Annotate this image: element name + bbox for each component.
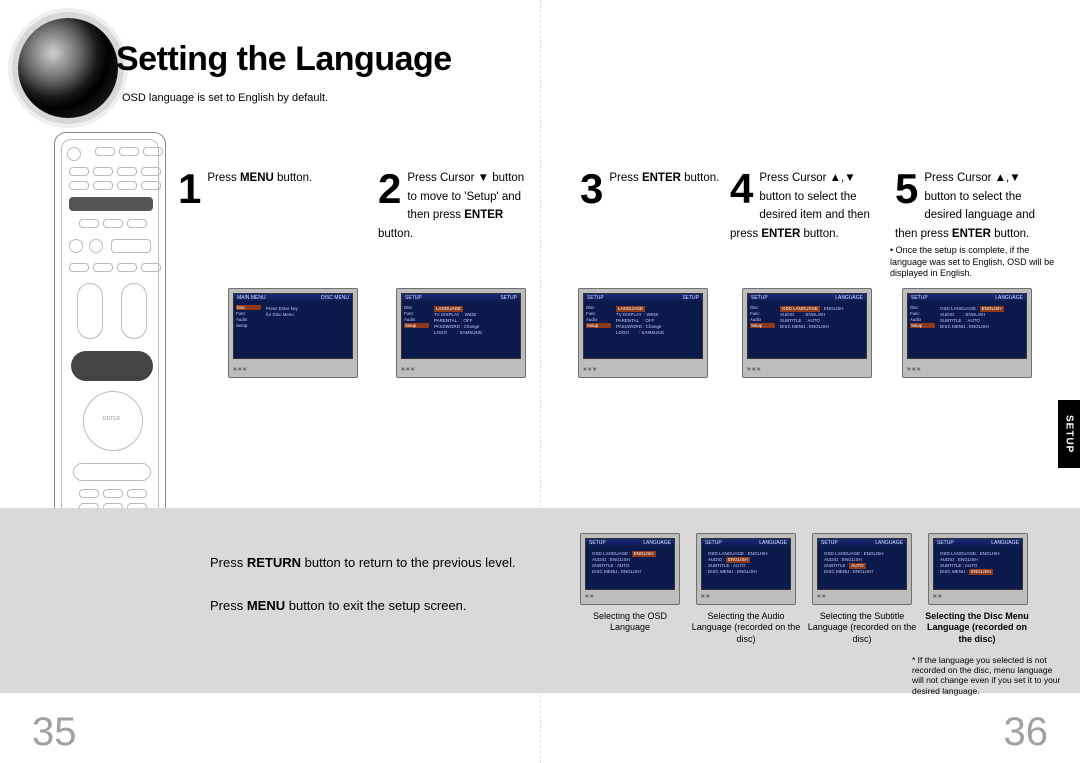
- step-number: 3: [580, 168, 603, 210]
- step-number: 2: [378, 168, 401, 210]
- screenshot-step1: MAIN MENUDISC MENU DiscFuncAudioSetup Pr…: [228, 288, 358, 378]
- step-number: 5: [895, 168, 918, 210]
- step-1: 1 Press MENU button.: [178, 168, 318, 210]
- completion-note: Once the setup is complete, if the langu…: [890, 245, 1060, 280]
- step-5: 5 Press Cursor ▲,▼ button to select the …: [895, 168, 1055, 242]
- page-subtitle: OSD language is set to English by defaul…: [122, 92, 328, 104]
- screenshot-step3: SETUPSETUP DiscFuncAudioSetup LANGUAGETV…: [578, 288, 708, 378]
- step-text: Press ENTER button.: [609, 172, 719, 184]
- screenshot-sel-audio: SETUPLANGUAGE OSD LANGUAGE : ENGLISHAUDI…: [696, 533, 796, 605]
- screenshot-sel-osd: SETUPLANGUAGE OSD LANGUAGE : ENGLISHAUDI…: [580, 533, 680, 605]
- step-text: Press MENU button.: [207, 172, 312, 184]
- caption-sel-subtitle: Selecting the Subtitle Language (recorde…: [807, 611, 917, 645]
- step-number: 4: [730, 168, 753, 210]
- screenshot-sel-discmenu: SETUPLANGUAGE OSD LANGUAGE : ENGLISHAUDI…: [928, 533, 1028, 605]
- step-number: 1: [178, 168, 201, 210]
- remote-illustration: [54, 132, 166, 552]
- caption-sel-osd: Selecting the OSD Language: [575, 611, 685, 634]
- disclaimer-note: If the language you selected is not reco…: [912, 655, 1062, 696]
- page-number-left: 35: [32, 710, 77, 755]
- caption-sel-audio: Selecting the Audio Language (recorded o…: [691, 611, 801, 645]
- page-title: Setting the Language: [116, 40, 452, 79]
- section-tab: SETUP: [1058, 400, 1080, 468]
- page-number-right: 36: [1004, 710, 1049, 755]
- screenshot-step4: SETUPLANGUAGE DiscFuncAudioSetup OSD LAN…: [742, 288, 872, 378]
- step-4: 4 Press Cursor ▲,▼ button to select the …: [730, 168, 880, 242]
- step-3: 3 Press ENTER button.: [580, 168, 720, 210]
- screenshot-step5: SETUPLANGUAGE DiscFuncAudioSetup OSD LAN…: [902, 288, 1032, 378]
- screenshot-step2: SETUPSETUP DiscFuncAudioSetup LANGUAGETV…: [396, 288, 526, 378]
- return-instruction: Press RETURN button to return to the pre…: [210, 555, 516, 570]
- caption-sel-discmenu: Selecting the Disc Menu Language (record…: [922, 611, 1032, 645]
- speaker-icon: [18, 18, 118, 118]
- menu-instruction: Press MENU button to exit the setup scre…: [210, 598, 467, 613]
- step-2: 2 Press Cursor ▼ button to move to 'Setu…: [378, 168, 528, 242]
- screenshot-sel-subtitle: SETUPLANGUAGE OSD LANGUAGE : ENGLISHAUDI…: [812, 533, 912, 605]
